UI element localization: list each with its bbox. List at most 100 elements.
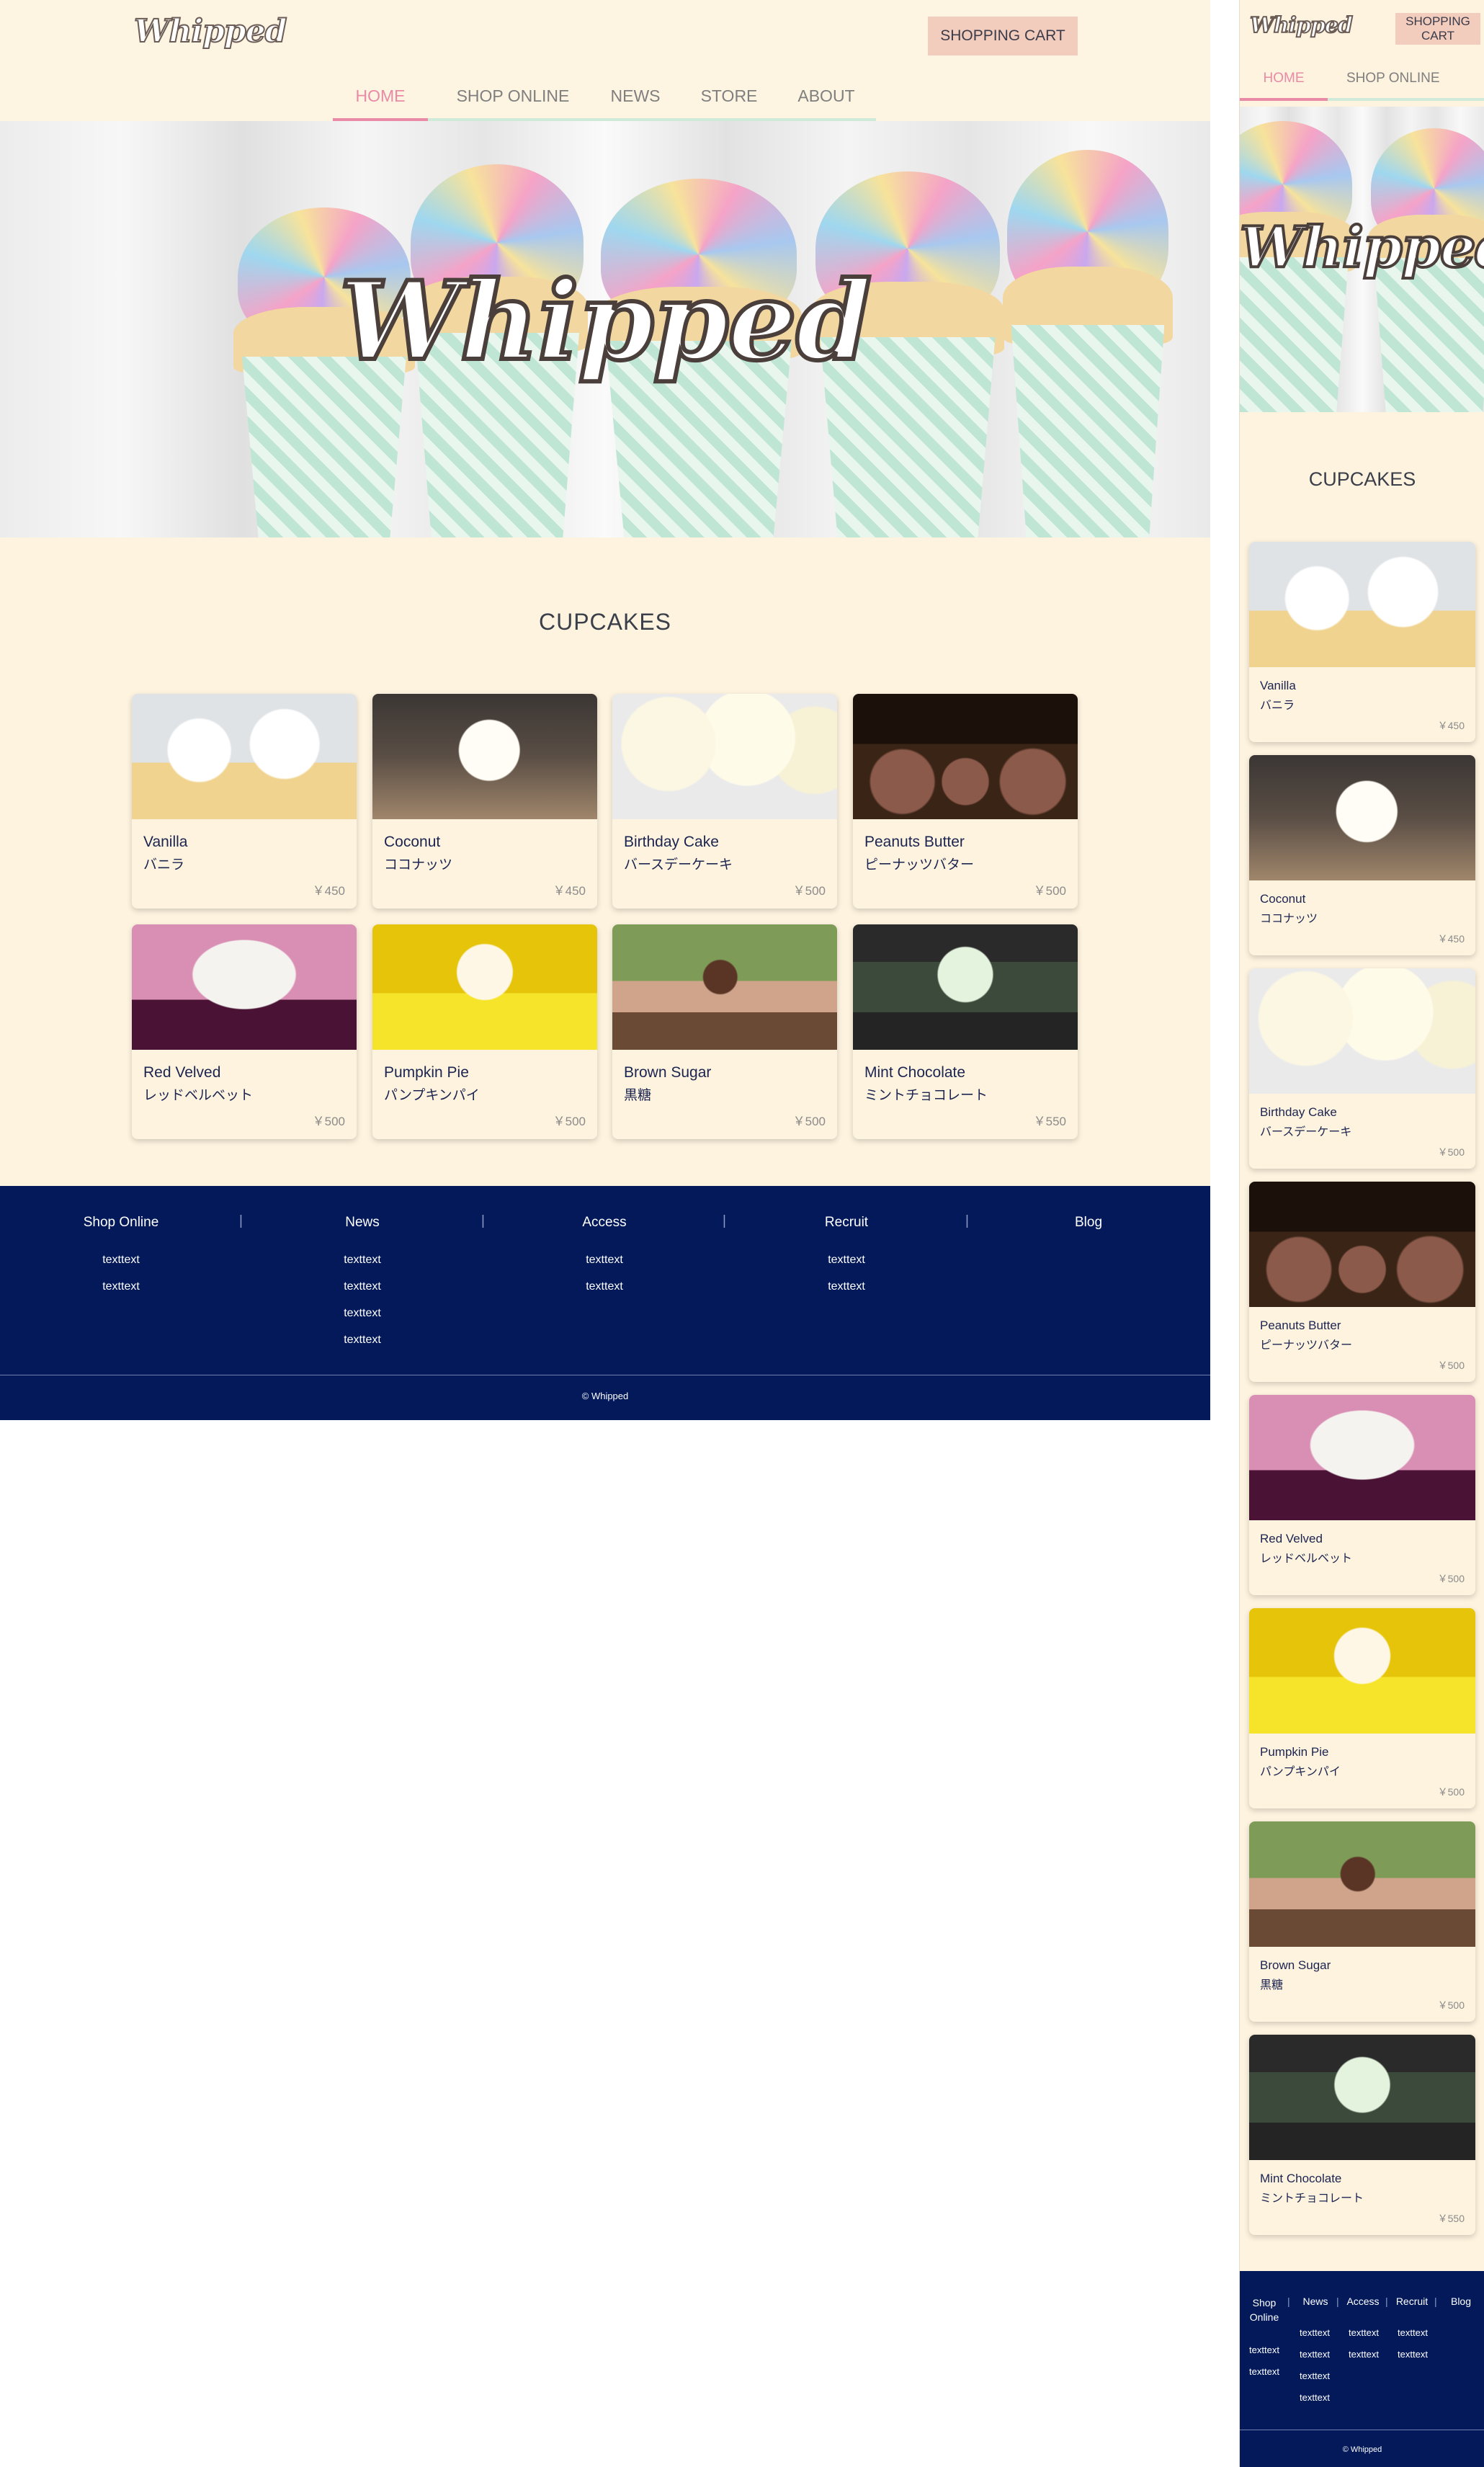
main-nav: HOME SHOP ONLINE — [1240, 66, 1484, 102]
product-name: Red Velved — [1260, 1532, 1323, 1545]
product-price: ￥550 — [1033, 1115, 1066, 1128]
product-price: ￥450 — [1437, 720, 1465, 731]
footer-link[interactable]: texttext — [290, 1280, 434, 1293]
shopping-cart-button[interactable]: SHOPPING CART — [1395, 13, 1480, 45]
shopping-cart-button[interactable]: SHOPPING CART — [928, 17, 1078, 55]
product-card-brown-sugar[interactable]: Brown Sugar 黒糖 ￥500 — [612, 924, 837, 1139]
product-price: ￥500 — [1437, 1360, 1465, 1371]
footer-link[interactable]: texttext — [1341, 2327, 1387, 2338]
nav-item-home[interactable]: HOME — [1240, 71, 1328, 86]
product-image — [853, 694, 1078, 819]
footer-heading-shop-online[interactable]: Shop Online — [1241, 2296, 1287, 2324]
product-image — [372, 924, 597, 1050]
product-card-coconut[interactable]: Coconut ココナッツ ￥450 — [372, 694, 597, 909]
product-name: Coconut — [1260, 892, 1306, 906]
product-name: Vanilla — [143, 834, 188, 850]
product-name: Pumpkin Pie — [384, 1064, 469, 1081]
footer-separator: | — [1336, 2296, 1339, 2307]
product-card-birthday-cake[interactable]: Birthday Cake バースデーケーキ ￥500 — [1249, 968, 1475, 1169]
footer-link[interactable]: texttext — [774, 1254, 918, 1267]
product-name: Brown Sugar — [1260, 1958, 1331, 1972]
product-card-coconut[interactable]: Coconut ココナッツ ￥450 — [1249, 755, 1475, 955]
product-card-vanilla[interactable]: Vanilla バニラ ￥450 — [132, 694, 357, 909]
product-name-ja: ミントチョコレート — [1260, 2191, 1364, 2205]
footer-separator: | — [1434, 2296, 1437, 2307]
nav-item-shop-online[interactable]: SHOP ONLINE — [448, 86, 578, 106]
product-name-ja: ミントチョコレート — [864, 1087, 988, 1103]
product-card-mint-chocolate[interactable]: Mint Chocolate ミントチョコレート ￥550 — [853, 924, 1078, 1139]
product-card-peanuts-butter[interactable]: Peanuts Butter ピーナッツバター ￥500 — [1249, 1182, 1475, 1382]
nav-item-news[interactable]: NEWS — [599, 86, 671, 106]
footer-heading-shop-online[interactable]: Shop Online — [49, 1215, 193, 1231]
footer-link[interactable]: texttext — [1390, 2327, 1436, 2338]
footer-heading-blog[interactable]: Blog — [1439, 2296, 1483, 2307]
product-name: Peanuts Butter — [864, 834, 965, 850]
product-card-pumpkin-pie[interactable]: Pumpkin Pie パンプキンパイ ￥500 — [1249, 1608, 1475, 1808]
footer-link[interactable]: texttext — [1292, 2327, 1338, 2338]
product-price: ￥500 — [553, 1115, 586, 1128]
main-nav: HOME SHOP ONLINE NEWS STORE ABOUT — [333, 81, 876, 121]
site-logo[interactable]: Whipped — [1249, 12, 1354, 39]
site-header: Whipped SHOPPING CART HOME SHOP ONLINE N… — [0, 0, 1210, 121]
product-name-ja: バースデーケーキ — [624, 857, 733, 873]
hero-banner: Whipped — [1240, 107, 1484, 412]
product-card-vanilla[interactable]: Vanilla バニラ ￥450 — [1249, 542, 1475, 742]
footer-heading-blog[interactable]: Blog — [1016, 1215, 1161, 1231]
footer-link[interactable]: texttext — [1292, 2392, 1338, 2403]
product-price: ￥500 — [1437, 1146, 1465, 1158]
footer-heading-recruit[interactable]: Recruit — [774, 1215, 918, 1231]
site-logo[interactable]: Whipped — [133, 12, 287, 50]
product-card-red-velved[interactable]: Red Velved レッドベルベット ￥500 — [132, 924, 357, 1139]
product-price: ￥500 — [312, 1115, 345, 1128]
footer-link[interactable]: texttext — [1292, 2349, 1338, 2360]
nav-item-shop-online[interactable]: SHOP ONLINE — [1346, 71, 1462, 86]
nav-item-about[interactable]: ABOUT — [787, 86, 866, 106]
footer-link[interactable]: texttext — [49, 1254, 193, 1267]
footer-link[interactable]: texttext — [532, 1280, 676, 1293]
product-price: ￥450 — [312, 884, 345, 898]
product-name-ja: 黒糖 — [1260, 1978, 1284, 1991]
product-name-ja: ココナッツ — [384, 857, 453, 873]
footer-link[interactable]: texttext — [1241, 2345, 1287, 2355]
nav-item-home[interactable]: HOME — [333, 86, 428, 106]
product-name: Vanilla — [1260, 679, 1296, 692]
footer-link[interactable]: texttext — [532, 1254, 676, 1267]
footer-heading-recruit[interactable]: Recruit — [1390, 2296, 1434, 2307]
product-name-ja: ピーナッツバター — [1260, 1338, 1353, 1352]
product-name: Brown Sugar — [624, 1064, 712, 1081]
product-card-red-velved[interactable]: Red Velved レッドベルベット ￥500 — [1249, 1395, 1475, 1595]
product-image — [1249, 1395, 1475, 1520]
footer-link[interactable]: texttext — [1241, 2366, 1287, 2377]
product-card-pumpkin-pie[interactable]: Pumpkin Pie パンプキンパイ ￥500 — [372, 924, 597, 1139]
footer-link[interactable]: texttext — [290, 1307, 434, 1320]
product-name-ja: レッドベルベット — [143, 1087, 254, 1103]
product-name-ja: バニラ — [1260, 698, 1295, 712]
product-image — [1249, 1821, 1475, 1947]
product-name-ja: パンプキンパイ — [384, 1087, 480, 1103]
footer-link[interactable]: texttext — [290, 1254, 434, 1267]
product-card-mint-chocolate[interactable]: Mint Chocolate ミントチョコレート ￥550 — [1249, 2035, 1475, 2235]
product-name: Coconut — [384, 834, 441, 850]
footer-link[interactable]: texttext — [290, 1334, 434, 1347]
product-name-ja: レッドベルベット — [1260, 1551, 1353, 1565]
product-name: Pumpkin Pie — [1260, 1745, 1329, 1759]
footer-link[interactable]: texttext — [1341, 2349, 1387, 2360]
footer-link[interactable]: texttext — [1292, 2370, 1338, 2381]
product-price: ￥500 — [792, 884, 826, 898]
product-image — [612, 924, 837, 1050]
footer-heading-access[interactable]: Access — [1341, 2296, 1385, 2307]
product-card-brown-sugar[interactable]: Brown Sugar 黒糖 ￥500 — [1249, 1821, 1475, 2022]
footer-link[interactable]: texttext — [49, 1280, 193, 1293]
nav-item-store[interactable]: STORE — [693, 86, 765, 106]
product-image — [853, 924, 1078, 1050]
footer-heading-access[interactable]: Access — [532, 1215, 676, 1231]
footer-heading-news[interactable]: News — [1293, 2296, 1338, 2307]
site-footer: Shop Online | News | Access | Recruit | … — [0, 1186, 1210, 1420]
product-card-birthday-cake[interactable]: Birthday Cake バースデーケーキ ￥500 — [612, 694, 837, 909]
footer-link[interactable]: texttext — [1390, 2349, 1436, 2360]
product-card-peanuts-butter[interactable]: Peanuts Butter ピーナッツバター ￥500 — [853, 694, 1078, 909]
product-name: Birthday Cake — [624, 834, 719, 850]
hero-banner: Whipped — [0, 121, 1210, 537]
footer-link[interactable]: texttext — [774, 1280, 918, 1293]
footer-heading-news[interactable]: News — [290, 1215, 434, 1231]
